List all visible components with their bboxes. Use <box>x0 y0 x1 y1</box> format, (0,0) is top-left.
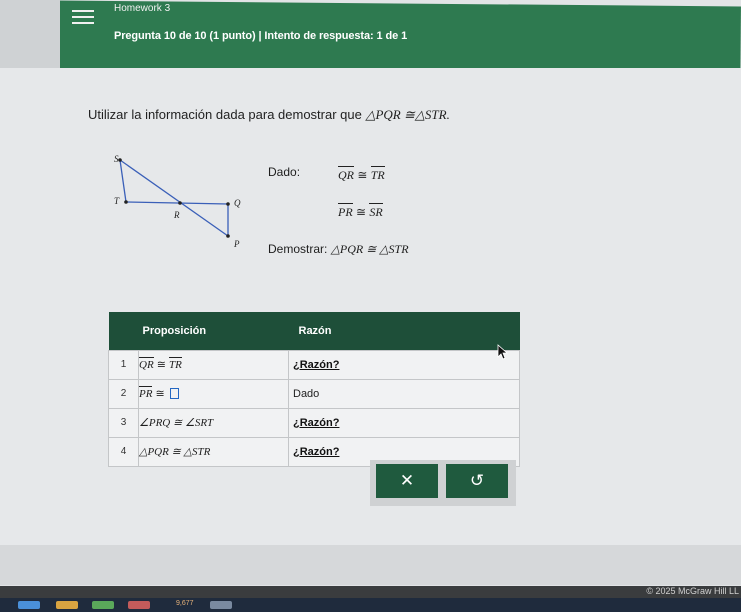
instruction-text: Utilizar la información dada para demost… <box>88 107 450 123</box>
row-number: 2 <box>108 378 139 409</box>
given-label: Dado: <box>268 165 301 179</box>
given-1-left: QR <box>338 166 354 182</box>
point-t <box>124 200 128 204</box>
point-p <box>226 234 230 238</box>
table-row: 2 PR ≅ Dado <box>108 378 520 409</box>
table-row: 1 QR ≅ TR ¿Razón? <box>108 349 520 380</box>
segment-st <box>119 159 127 203</box>
congruent-symbol: ≅ <box>356 205 367 219</box>
stmt-left: PR <box>139 386 153 400</box>
table-header-row: Proposición Razón <box>108 312 520 350</box>
row-number: 3 <box>108 407 139 438</box>
prove-statement: Demostrar: △PQR ≅ △STR <box>268 242 409 257</box>
label-s: S <box>114 154 119 164</box>
menu-button[interactable] <box>66 6 100 28</box>
app-icon[interactable] <box>92 601 114 609</box>
app-icon[interactable] <box>210 601 232 609</box>
row-reason: ¿Razón? <box>288 407 520 438</box>
point-s <box>118 158 122 162</box>
point-q <box>226 202 230 206</box>
folder-icon[interactable] <box>56 601 78 609</box>
congruent-symbol: ≅ <box>156 359 166 371</box>
given-1-right: TR <box>370 166 385 182</box>
row-number: 1 <box>108 349 139 380</box>
bottom-area <box>0 545 741 585</box>
menu-line <box>72 10 94 12</box>
label-q: Q <box>234 198 241 208</box>
menu-line <box>72 22 94 24</box>
menu-line <box>72 16 94 18</box>
given-2: PR ≅ SR <box>338 203 383 220</box>
undo-button[interactable]: ↺ <box>446 464 508 498</box>
row-statement: ∠PRQ ≅ ∠SRT <box>138 407 289 438</box>
instruction-math: △PQR ≅△STR. <box>365 107 450 122</box>
table-row: 3 ∠PRQ ≅ ∠SRT ¿Razón? <box>108 407 520 438</box>
question-info: Pregunta 10 de 10 (1 punto) | Intento de… <box>114 30 408 42</box>
reason-link[interactable]: ¿Razón? <box>293 359 339 371</box>
homework-title: Homework 3 <box>114 3 171 14</box>
answer-input-box[interactable] <box>169 388 179 399</box>
triangle-diagram: S T R Q P <box>114 154 241 248</box>
label-r: R <box>173 210 180 220</box>
label-t: T <box>114 196 120 206</box>
row-statement: △PQR ≅ △STR <box>138 436 289 467</box>
segment-sp <box>119 159 229 237</box>
segment-tq <box>125 201 229 205</box>
label-p: P <box>233 239 240 248</box>
header-reason: Razón <box>288 312 520 350</box>
header-left-panel <box>0 0 60 68</box>
point-r <box>178 201 182 205</box>
given-1: QR ≅ TR <box>338 166 385 183</box>
row-reason: ¿Razón? <box>288 349 520 380</box>
row-statement: QR ≅ TR <box>138 349 289 380</box>
header-statement: Proposición <box>108 312 289 350</box>
prove-math: △PQR ≅ △STR <box>330 242 409 256</box>
browser-icon[interactable] <box>18 601 40 609</box>
mouse-cursor-icon <box>497 344 509 360</box>
congruent-symbol: ≅ <box>357 168 368 182</box>
stmt-left: QR <box>139 357 154 371</box>
taskbar: 9,677 <box>0 598 741 612</box>
given-2-right: SR <box>369 203 383 219</box>
taskbar-label: 9,677 <box>176 600 194 607</box>
reason-link[interactable]: ¿Razón? <box>293 417 339 429</box>
action-buttons: ✕ ↺ <box>370 460 516 506</box>
prove-label: Demostrar: <box>268 242 328 256</box>
row-statement: PR ≅ <box>138 378 289 409</box>
given-2-left: PR <box>338 203 353 219</box>
proof-table: Proposición Razón 1 QR ≅ TR ¿Razón? 2 PR… <box>108 312 520 467</box>
clear-button[interactable]: ✕ <box>376 464 438 498</box>
reason-link[interactable]: ¿Razón? <box>293 446 339 458</box>
row-number: 4 <box>108 436 139 467</box>
app-icon[interactable] <box>128 601 150 609</box>
instruction-label: Utilizar la información dada para demost… <box>88 107 362 122</box>
row-reason: Dado <box>288 378 520 409</box>
copyright-footer: © 2025 McGraw Hill LL <box>0 586 741 598</box>
stmt-right: TR <box>169 357 182 371</box>
congruent-symbol: ≅ <box>155 388 165 400</box>
